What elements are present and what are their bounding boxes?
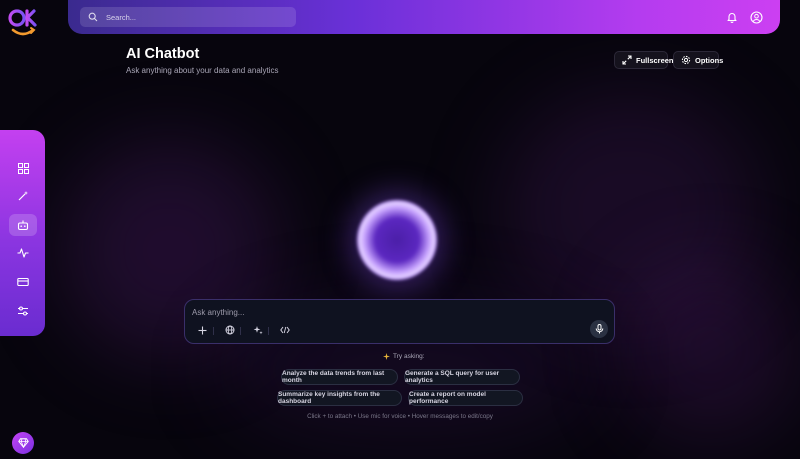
sidebar-item-magic[interactable] bbox=[9, 185, 37, 207]
help-hint: Click + to attach • Use mic for voice • … bbox=[307, 413, 493, 420]
search-icon bbox=[88, 11, 100, 23]
search-bar[interactable]: Search... bbox=[80, 7, 296, 27]
fullscreen-button[interactable]: Fullscreen bbox=[614, 51, 674, 69]
page-subtitle: Ask anything about your data and analyti… bbox=[126, 66, 279, 75]
fullscreen-label: Fullscreen bbox=[636, 55, 674, 65]
suggestion-chip[interactable]: Analyze the data trends from last month bbox=[281, 369, 398, 385]
globe-icon[interactable] bbox=[223, 324, 237, 336]
page-title: AI Chatbot bbox=[126, 46, 200, 62]
activity-icon bbox=[17, 248, 29, 258]
user-circle-icon[interactable] bbox=[748, 9, 764, 25]
dashboard-icon bbox=[17, 162, 29, 174]
background-glow bbox=[500, 90, 760, 330]
sparkles-icon[interactable] bbox=[251, 324, 265, 336]
divider bbox=[240, 327, 241, 335]
suggestions-heading: Try asking: bbox=[383, 353, 425, 360]
options-button[interactable]: Options bbox=[673, 51, 723, 69]
sidebar-item-billing[interactable] bbox=[9, 271, 37, 293]
sidebar-item-settings[interactable] bbox=[9, 300, 37, 322]
suggestion-chip[interactable]: Create a report on model performance bbox=[408, 390, 523, 406]
sidebar-item-activity[interactable] bbox=[9, 242, 37, 264]
divider bbox=[268, 327, 269, 335]
expand-icon bbox=[622, 55, 632, 65]
chat-composer bbox=[184, 299, 615, 344]
ai-orb bbox=[357, 200, 437, 280]
mic-icon bbox=[595, 324, 603, 334]
divider bbox=[213, 327, 214, 335]
code-icon[interactable] bbox=[278, 324, 292, 336]
sparkle-icon bbox=[383, 353, 390, 360]
app-logo[interactable] bbox=[6, 6, 46, 40]
options-label: Options bbox=[695, 55, 724, 65]
plus-icon[interactable] bbox=[195, 324, 209, 336]
sidebar bbox=[0, 130, 45, 336]
chat-input[interactable] bbox=[192, 305, 572, 319]
sliders-icon bbox=[18, 306, 28, 316]
diamond-icon bbox=[17, 438, 29, 448]
upgrade-button[interactable] bbox=[12, 432, 34, 454]
sidebar-item-chatbot[interactable] bbox=[9, 214, 37, 236]
magic-wand-icon bbox=[18, 191, 28, 201]
mic-button[interactable] bbox=[590, 320, 608, 338]
gear-icon bbox=[681, 55, 691, 65]
bot-icon bbox=[17, 220, 29, 231]
suggestion-chip[interactable]: Summarize key insights from the dashboar… bbox=[277, 390, 402, 406]
bell-icon[interactable] bbox=[724, 9, 740, 25]
card-icon bbox=[17, 277, 29, 287]
search-input[interactable]: Search... bbox=[106, 13, 136, 22]
sidebar-item-dashboard[interactable] bbox=[9, 157, 37, 179]
top-bar: Search... bbox=[68, 0, 780, 34]
suggestion-chip[interactable]: Generate a SQL query for user analytics bbox=[404, 369, 520, 385]
